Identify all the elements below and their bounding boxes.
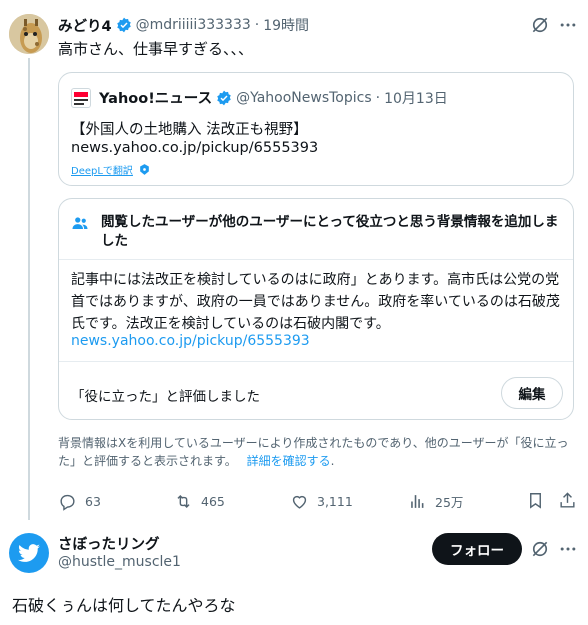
handle[interactable]: @hustle_muscle1	[58, 554, 181, 570]
note-source-link[interactable]: news.yahoo.co.jp/pickup/6555393	[71, 333, 310, 349]
quoted-date: 10月13日	[384, 90, 448, 107]
avatar[interactable]	[9, 533, 49, 573]
verified-badge-icon	[217, 90, 231, 105]
separator-dot: ·	[254, 17, 260, 33]
retweet-button[interactable]: 465	[174, 492, 225, 511]
reply-icon	[60, 494, 75, 511]
more-options-icon[interactable]	[558, 539, 578, 559]
share-button[interactable]	[558, 491, 577, 514]
quoted-tweet-header: Yahoo!ニュース @YahooNewsTopics · 10月13日	[71, 87, 448, 108]
heart-icon	[292, 495, 307, 509]
display-name[interactable]: さぼったリング	[58, 533, 160, 554]
quoted-tweet-card[interactable]: Yahoo!ニュース @YahooNewsTopics · 10月13日 【外国…	[58, 72, 574, 186]
quoted-display-name: Yahoo!ニュース	[99, 91, 213, 107]
share-icon	[560, 492, 575, 508]
grok-icon[interactable]	[530, 539, 550, 559]
retweet-icon	[177, 494, 190, 508]
learn-more-link[interactable]: 詳細を確認する	[247, 454, 331, 468]
community-note-card: 閲覧したユーザーが他のユーザーにとって役立つと思う背景情報を追加しました 記事中…	[58, 198, 574, 420]
bookmark-button[interactable]	[526, 491, 545, 514]
more-options-icon[interactable]	[558, 15, 578, 35]
quoted-tweet-url[interactable]: news.yahoo.co.jp/pickup/6555393	[71, 140, 318, 156]
giraffe-avatar-image	[9, 14, 49, 54]
like-count: 3,111	[317, 493, 353, 509]
views-chart-icon	[411, 494, 424, 508]
note-header: 閲覧したユーザーが他のユーザーにとって役立つと思う背景情報を追加しました	[71, 213, 569, 251]
timestamp[interactable]: 19時間	[263, 15, 309, 35]
reply-button[interactable]: 63	[58, 492, 101, 511]
note-body-text: 記事中には法改正を検討しているのはに政府」とあります。高市氏は公党の党首ではあり…	[71, 272, 560, 332]
tweet-text: 高市さん、仕事早すぎる、、、	[58, 40, 254, 58]
action-bar: 63 465 3,111 25万	[58, 490, 578, 512]
bird-icon	[17, 544, 40, 562]
grok-icon[interactable]	[530, 15, 550, 35]
handle[interactable]: @mdriiiii333333	[136, 17, 251, 33]
translate-link[interactable]: DeepLで翻訳	[71, 162, 151, 177]
tweet-header: みどり4 @mdriiiii333333 · 19時間	[58, 15, 309, 35]
deepl-icon	[140, 164, 149, 175]
display-name[interactable]: みどり4	[58, 15, 112, 36]
separator-dot: ·	[375, 89, 381, 106]
edit-rating-button[interactable]: 編集	[501, 377, 563, 409]
yahoo-news-logo	[71, 87, 91, 108]
note-disclaimer: 背景情報はXを利用しているユーザーにより作成されたものであり、他のユーザーが「役…	[58, 436, 569, 468]
divider	[59, 361, 573, 362]
avatar[interactable]	[9, 14, 49, 54]
verified-badge-icon	[116, 17, 131, 33]
reply-count: 63	[85, 493, 101, 509]
like-button[interactable]: 3,111	[290, 492, 353, 511]
thread-connector-line	[28, 58, 30, 520]
people-icon	[72, 217, 88, 229]
translate-label[interactable]: DeepLで翻訳	[71, 162, 133, 177]
note-header-text: 閲覧したユーザーが他のユーザーにとって役立つと思う背景情報を追加しました	[101, 214, 559, 249]
quoted-tweet-text: 【外国人の土地購入 法改正も視野】	[71, 122, 308, 138]
views-count: 25万	[435, 494, 464, 510]
follow-button[interactable]: フォロー	[432, 533, 522, 565]
views-button[interactable]: 25万	[408, 492, 463, 511]
bookmark-icon	[530, 493, 541, 509]
tweet-text: 石破くぅんは何してたんやろな	[12, 596, 236, 615]
quoted-handle: @YahooNewsTopics	[236, 89, 372, 106]
retweet-count: 465	[201, 493, 225, 509]
rated-helpful-text: 「役に立った」と評価しました	[71, 389, 260, 405]
divider	[59, 259, 573, 260]
